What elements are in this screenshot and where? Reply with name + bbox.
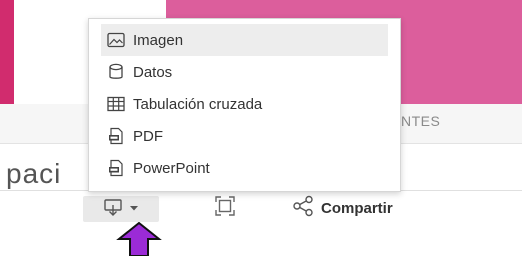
share-icon — [292, 195, 314, 222]
menu-item-crosstab[interactable]: Tabulación cruzada — [101, 88, 388, 120]
visual-toolbar — [0, 191, 522, 224]
share-label: Compartir — [321, 199, 393, 217]
share-button[interactable]: Compartir — [292, 195, 393, 222]
download-button[interactable] — [83, 196, 159, 222]
pdf-file-icon — [107, 127, 125, 145]
menu-item-powerpoint[interactable]: PowerPoint — [101, 152, 388, 184]
menu-item-label: PDF — [133, 127, 163, 145]
image-icon — [107, 31, 125, 49]
annotation-arrow-icon — [116, 222, 162, 256]
menu-item-pdf[interactable]: PDF — [101, 120, 388, 152]
menu-item-image[interactable]: Imagen — [101, 24, 388, 56]
menu-item-data[interactable]: Datos — [101, 56, 388, 88]
download-icon — [103, 197, 123, 222]
table-icon — [107, 95, 125, 113]
ppt-file-icon — [107, 159, 125, 177]
fit-to-screen-icon — [214, 195, 236, 222]
column-header-partial: NTES — [401, 113, 441, 129]
dashboard-accent-strip — [0, 0, 14, 104]
menu-item-label: Tabulación cruzada — [133, 95, 263, 113]
menu-item-label: Imagen — [133, 31, 184, 49]
chevron-down-icon — [129, 200, 139, 218]
menu-item-label: PowerPoint — [133, 159, 210, 177]
database-icon — [107, 63, 125, 81]
fit-to-screen-button[interactable] — [213, 195, 237, 222]
title-partial: paci — [6, 158, 62, 189]
download-menu: Imagen Datos Tabulación cruzada PDF Powe… — [88, 18, 401, 192]
menu-item-label: Datos — [133, 63, 173, 81]
